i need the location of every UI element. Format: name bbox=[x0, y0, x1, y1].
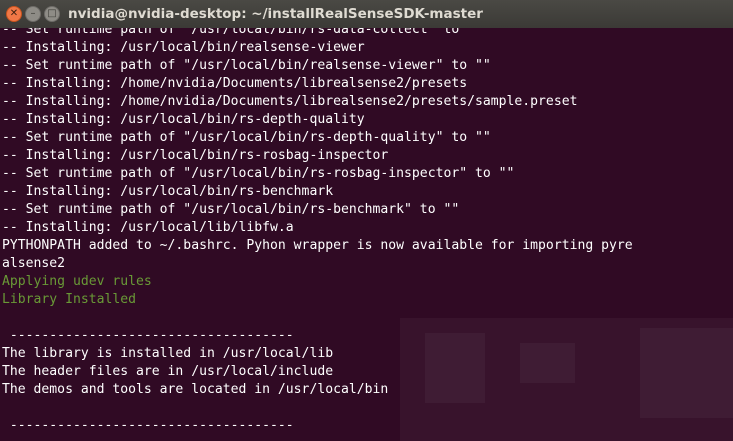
terminal-window: ✕ – □ nvidia@nvidia-desktop: ~/installRe… bbox=[0, 0, 733, 441]
close-icon: ✕ bbox=[9, 8, 19, 19]
terminal-line: alsense2 bbox=[2, 256, 66, 271]
terminal-lines: -- Set runtime path of "/usr/local/bin/r… bbox=[2, 28, 633, 435]
terminal-line: -- Set runtime path of "/usr/local/bin/r… bbox=[2, 58, 491, 73]
terminal-output-area[interactable]: -- Set runtime path of "/usr/local/bin/r… bbox=[0, 28, 733, 441]
maximize-icon: □ bbox=[47, 8, 57, 19]
terminal-line: -- Installing: /usr/local/bin/rs-benchma… bbox=[2, 184, 334, 199]
terminal-line: -- Set runtime path of "/usr/local/bin/r… bbox=[2, 202, 460, 217]
minimize-icon: – bbox=[30, 8, 36, 19]
terminal-line: -- Set runtime path of "/usr/local/bin/r… bbox=[2, 130, 491, 145]
terminal-line: The header files are in /usr/local/inclu… bbox=[2, 364, 334, 379]
terminal-line: -- Installing: /home/nvidia/Documents/li… bbox=[2, 76, 468, 91]
terminal-line: PYTHONPATH added to ~/.bashrc. Pyhon wra… bbox=[2, 238, 633, 253]
terminal-line: The library is installed in /usr/local/l… bbox=[2, 346, 334, 361]
terminal-line: -- Installing: /usr/local/bin/rs-depth-q… bbox=[2, 112, 365, 127]
maximize-window-button[interactable]: □ bbox=[44, 6, 60, 22]
window-title: nvidia@nvidia-desktop: ~/installRealSens… bbox=[68, 6, 483, 22]
terminal-line: ------------------------------------ bbox=[2, 418, 294, 433]
title-bar[interactable]: ✕ – □ nvidia@nvidia-desktop: ~/installRe… bbox=[0, 0, 733, 29]
terminal-line: ------------------------------------ bbox=[2, 328, 294, 343]
terminal-line: -- Installing: /usr/local/bin/rs-rosbag-… bbox=[2, 148, 389, 163]
window-controls: ✕ – □ bbox=[0, 6, 60, 22]
terminal-line: Applying udev rules bbox=[2, 274, 152, 289]
minimize-window-button[interactable]: – bbox=[25, 6, 41, 22]
terminal-line: -- Set runtime path of "/usr/local/bin/r… bbox=[2, 28, 483, 37]
terminal-line: The demos and tools are located in /usr/… bbox=[2, 382, 389, 397]
terminal-line: -- Installing: /usr/local/lib/libfw.a bbox=[2, 220, 294, 235]
terminal-line: -- Installing: /home/nvidia/Documents/li… bbox=[2, 94, 578, 109]
terminal-line: -- Installing: /usr/local/bin/realsense-… bbox=[2, 40, 365, 55]
close-window-button[interactable]: ✕ bbox=[6, 6, 22, 22]
terminal-line: -- Set runtime path of "/usr/local/bin/r… bbox=[2, 166, 515, 181]
terminal-line: Library Installed bbox=[2, 292, 137, 307]
